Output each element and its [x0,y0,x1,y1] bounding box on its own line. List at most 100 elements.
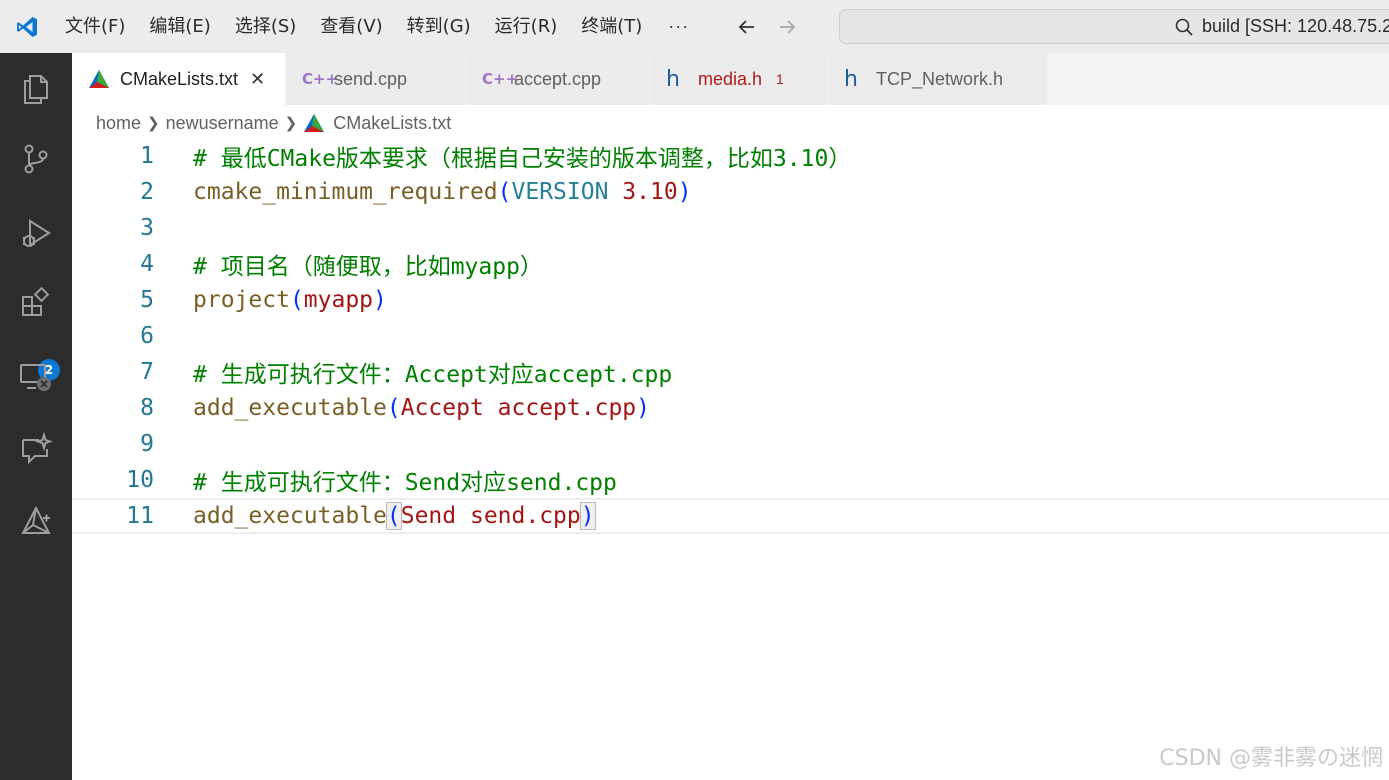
chevron-right-icon: ❯ [284,115,298,132]
line-number: 5 [140,287,154,313]
menu-go[interactable]: 转到(G) [395,0,483,53]
back-arrow-icon[interactable] [735,15,759,39]
search-icon [1174,16,1194,38]
comment-token: # 生成可执行文件：Send对应send.cpp [193,470,617,496]
menu-more-button[interactable]: ··· [654,16,703,37]
code-text: cmake_minimum_required(VERSION 3.10) [193,179,692,205]
line-number: 8 [140,395,154,421]
code-editor[interactable]: 1 # 最低CMake版本要求（根据自己安装的版本调整，比如3.10） 2 cm… [72,138,1389,780]
argument-token: Send send.cpp [400,503,581,529]
breadcrumb-item-newusername[interactable]: newusername [166,113,279,134]
menu-view[interactable]: 查看(V) [308,0,394,53]
close-icon[interactable]: ✕ [250,69,265,90]
code-line: 3 [72,210,1389,246]
bracket-token: ) [373,287,387,313]
line-number: 7 [140,359,154,385]
run-debug-icon[interactable] [16,213,56,253]
bracket-match-token: ) [579,502,596,530]
menu-bar: 文件(F) 编辑(E) 选择(S) 查看(V) 转到(G) 运行(R) 终端(T… [53,0,703,53]
extensions-icon[interactable] [16,283,56,323]
editor-tab-bar: CMakeLists.txt ✕ C++ send.cpp C++ accept… [72,53,1389,105]
menu-file[interactable]: 文件(F) [53,0,137,53]
number-token: 3.10 [608,179,678,205]
cmake-icon [88,69,110,89]
code-line: 8 add_executable(Accept accept.cpp) [72,390,1389,426]
command-token: cmake_minimum_required [193,179,498,205]
explorer-files-icon[interactable] [16,69,56,109]
menu-terminal[interactable]: 终端(T) [569,0,654,53]
code-line: 7 # 生成可执行文件：Accept对应accept.cpp [72,354,1389,390]
command-center-search[interactable]: build [SSH: 120.48.75.22 [839,9,1389,44]
bracket-token: ( [386,395,401,421]
argument-token: Accept accept.cpp [400,395,637,421]
code-line: 1 # 最低CMake版本要求（根据自己安装的版本调整，比如3.10） [72,138,1389,174]
tab-media-h[interactable]: h media.h 1 [650,53,828,105]
keyword-token: VERSION [511,179,609,205]
source-control-icon[interactable] [16,139,56,179]
code-line: 10 # 生成可执行文件：Send对应send.cpp [72,462,1389,498]
argument-token: myapp [303,287,374,313]
code-line: 2 cmake_minimum_required(VERSION 3.10) [72,174,1389,210]
tab-label: TCP_Network.h [876,68,1004,89]
line-number: 3 [140,215,154,241]
comment-token: # 最低CMake版本要求（根据自己安装的版本调整，比如3.10） [193,146,852,172]
code-text: # 生成可执行文件：Accept对应accept.cpp [193,355,672,389]
line-number: 10 [126,467,154,493]
code-text: add_executable(Send send.cpp) [193,502,596,530]
navigation-arrows [735,15,799,39]
current-code-line: 11 add_executable(Send send.cpp) [72,498,1389,534]
bracket-token: ) [677,179,692,205]
line-number: 1 [140,143,154,169]
breadcrumb: home ❯ newusername ❯ CMakeLists.txt [96,109,451,137]
vscode-logo-icon [0,0,53,53]
breadcrumb-item-home[interactable]: home [96,113,141,134]
tab-label: accept.cpp [514,68,602,89]
tab-label: CMakeLists.txt [120,68,239,89]
code-text: # 最低CMake版本要求（根据自己安装的版本调整，比如3.10） [193,139,851,173]
h-icon: h [844,66,858,92]
line-number: 6 [140,323,154,349]
command-token: project [193,287,290,313]
bracket-token: ) [636,395,650,421]
bracket-match-token: ( [385,502,402,530]
tab-send-cpp[interactable]: C++ send.cpp [286,53,466,105]
code-line: 5 project(myapp) [72,282,1389,318]
chat-sparkle-icon[interactable] [16,429,56,469]
command-token: add_executable [193,503,387,529]
h-icon: h [666,66,680,92]
comment-token: # 生成可执行文件：Accept对应accept.cpp [193,362,673,388]
watermark: CSDN @雾非雾の迷惘 [1159,746,1383,771]
tab-label: media.h [698,68,763,89]
title-bar: 文件(F) 编辑(E) 选择(S) 查看(V) 转到(G) 运行(R) 终端(T… [0,0,1389,53]
tab-cmakelists[interactable]: CMakeLists.txt ✕ [72,53,286,105]
menu-run[interactable]: 运行(R) [483,0,570,53]
cmake-tools-icon[interactable] [16,501,56,541]
tab-tcp-network-h[interactable]: h TCP_Network.h [828,53,1048,105]
line-number: 2 [140,179,154,205]
menu-selection[interactable]: 选择(S) [223,0,308,53]
code-text: # 项目名（随便取，比如myapp） [193,247,543,281]
bracket-token: ( [289,287,304,313]
tab-accept-cpp[interactable]: C++ accept.cpp [466,53,650,105]
command-token: add_executable [193,395,387,421]
comment-token: # 项目名（随便取，比如myapp） [193,254,543,280]
remote-explorer-icon[interactable] [16,357,56,397]
code-line: 6 [72,318,1389,354]
activity-bar: 2 [0,53,72,780]
bracket-token: ( [497,179,512,205]
forward-arrow-icon[interactable] [775,15,799,39]
line-number: 4 [140,251,154,277]
code-text: # 生成可执行文件：Send对应send.cpp [193,463,617,497]
cpp-icon: C++ [482,70,519,88]
cmake-icon [303,113,325,133]
menu-edit[interactable]: 编辑(E) [137,0,222,53]
chevron-right-icon: ❯ [147,115,160,132]
line-number: 9 [140,431,154,457]
code-text: project(myapp) [193,287,387,313]
error-count-badge: 1 [776,71,784,87]
breadcrumb-item-file[interactable]: CMakeLists.txt [333,113,451,134]
command-center-text: build [SSH: 120.48.75.22 [1202,16,1389,36]
code-text: add_executable(Accept accept.cpp) [193,395,650,421]
code-line: 4 # 项目名（随便取，比如myapp） [72,246,1389,282]
cpp-icon: C++ [302,70,339,88]
